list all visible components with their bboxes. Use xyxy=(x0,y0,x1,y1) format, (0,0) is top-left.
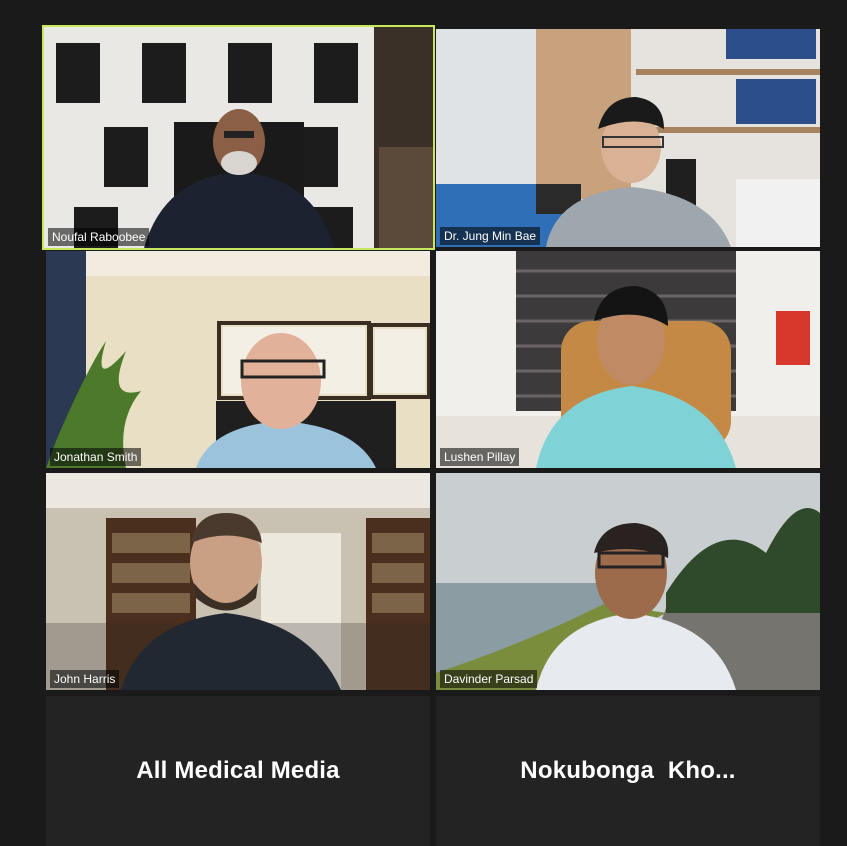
video-tile-john-harris[interactable]: John Harris xyxy=(46,473,430,690)
participant-name-label: Dr. Jung Min Bae xyxy=(440,227,541,245)
video-tile-davinder-parsad[interactable]: Davinder Parsad xyxy=(436,473,820,690)
video-feed xyxy=(46,251,430,468)
participant-tile-nokubonga[interactable]: Nokubonga Kho... xyxy=(436,696,820,846)
participant-tile-all-medical-media[interactable]: All Medical Media xyxy=(46,696,430,846)
participant-name-label: John Harris xyxy=(50,670,120,688)
video-tile-lushen-pillay[interactable]: Lushen Pillay xyxy=(436,251,820,468)
video-feed xyxy=(46,473,430,690)
video-tile-noufal[interactable]: Noufal Raboobee xyxy=(42,25,435,250)
video-feed xyxy=(44,27,433,248)
participant-name-label: Lushen Pillay xyxy=(440,448,520,466)
participant-display-name: Nokubonga Kho... xyxy=(520,757,736,784)
participant-name-label: Noufal Raboobee xyxy=(48,228,150,246)
participant-name-label: Davinder Parsad xyxy=(440,670,538,688)
participant-name-label: Jonathan Smith xyxy=(50,448,142,466)
video-feed xyxy=(436,473,820,690)
video-feed xyxy=(436,251,820,468)
participant-display-name: All Medical Media xyxy=(136,757,340,784)
video-feed xyxy=(436,29,820,247)
video-tile-jung-min-bae[interactable]: Dr. Jung Min Bae xyxy=(436,29,820,247)
video-tile-jonathan-smith[interactable]: Jonathan Smith xyxy=(46,251,430,468)
